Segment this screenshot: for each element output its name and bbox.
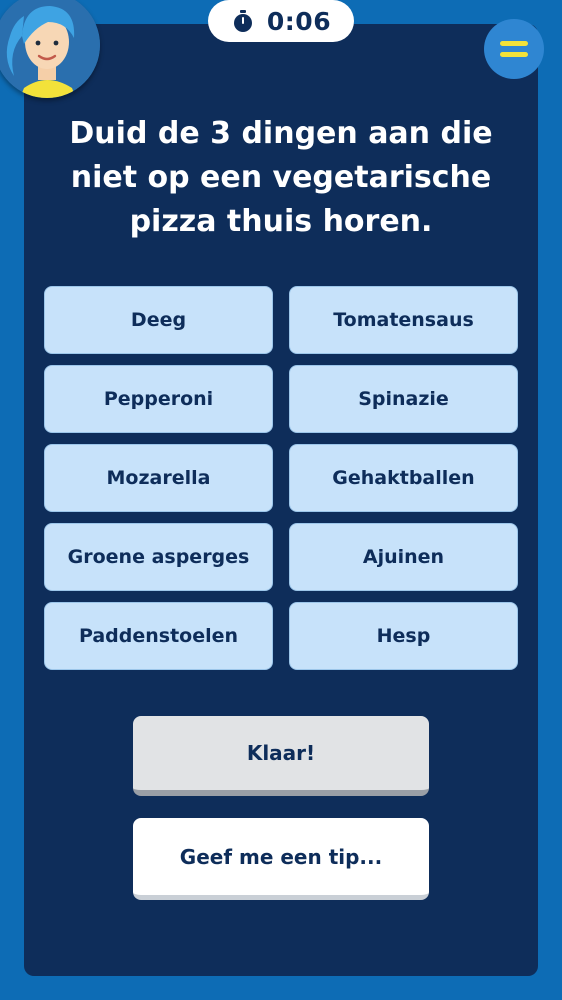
timer: 0:06 [208, 0, 354, 42]
timer-value: 0:06 [266, 6, 332, 36]
hamburger-menu-icon [500, 41, 528, 46]
option-button[interactable]: Hesp [289, 602, 518, 670]
option-button[interactable]: Spinazie [289, 365, 518, 433]
option-button[interactable]: Mozarella [44, 444, 273, 512]
option-button[interactable]: Deeg [44, 286, 273, 354]
done-button[interactable]: Klaar! [133, 716, 429, 796]
tip-button[interactable]: Geef me een tip... [133, 818, 429, 900]
option-button[interactable]: Pepperoni [44, 365, 273, 433]
answer-options: Deeg Tomatensaus Pepperoni Spinazie Moza… [44, 286, 518, 670]
option-button[interactable]: Paddenstoelen [44, 602, 273, 670]
menu-button[interactable] [484, 19, 544, 79]
question-text: Duid de 3 dingen aan die niet op een veg… [69, 116, 493, 239]
option-button[interactable]: Ajuinen [289, 523, 518, 591]
option-button[interactable]: Groene asperges [44, 523, 273, 591]
stopwatch-icon [233, 10, 252, 32]
hamburger-menu-icon-bar [500, 52, 528, 57]
option-button[interactable]: Gehaktballen [289, 444, 518, 512]
option-button[interactable]: Tomatensaus [289, 286, 518, 354]
